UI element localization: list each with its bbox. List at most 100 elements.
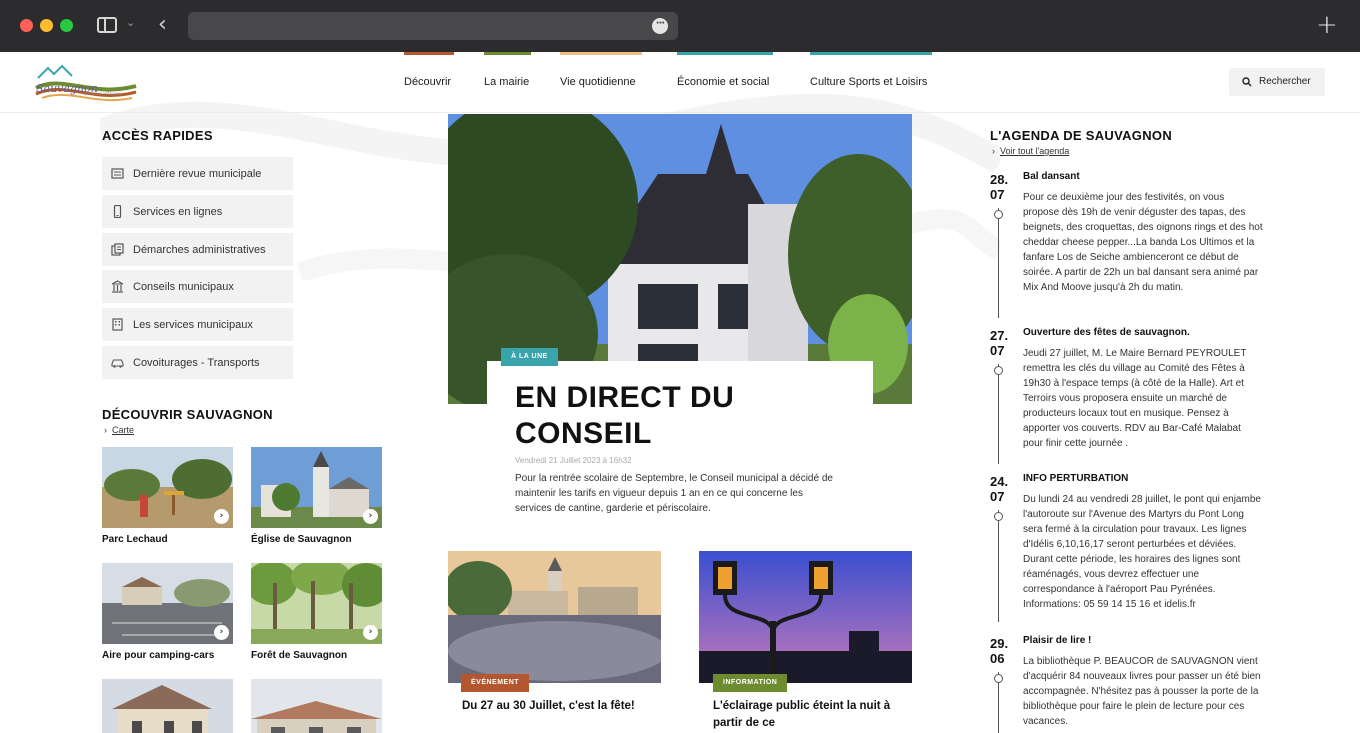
quick-access-title: ACCÈS RAPIDES (102, 128, 213, 143)
card-image (102, 679, 233, 733)
search-button[interactable]: Rechercher (1229, 68, 1325, 96)
timeline-clock-icon (994, 210, 1003, 219)
featured-title[interactable]: EN DIRECT DU CONSEIL (515, 380, 855, 452)
address-bar[interactable]: ··· (188, 12, 678, 40)
featured-date: Vendredi 21 Juillet 2023 à 16h32 (515, 456, 632, 465)
event-day: 27. (990, 328, 1009, 343)
more-options-icon[interactable]: ··· (652, 18, 668, 34)
card-title: Aire pour camping-cars (102, 650, 215, 661)
event-title[interactable]: Bal dansant (1023, 171, 1080, 182)
map-link-label: Carte (112, 425, 135, 435)
nav-la-mairie[interactable]: La mairie (484, 52, 531, 112)
back-arrow-icon[interactable]: ‹ (158, 12, 167, 37)
timeline-line (998, 364, 999, 464)
agenda-see-all-link[interactable]: › Voir tout l'agenda (992, 146, 1069, 156)
timeline-line (998, 208, 999, 318)
nav-color-bar (560, 52, 642, 55)
chevron-right-icon[interactable]: › (214, 509, 229, 524)
sidebar-toggle-icon[interactable] (97, 17, 117, 33)
close-window-button[interactable] (20, 19, 33, 32)
nav-label: Vie quotidienne (560, 76, 636, 88)
discover-card-eglise[interactable]: › Église de Sauvagnon (251, 447, 382, 547)
event-description: Pour ce deuxième jour des festivités, on… (1023, 192, 1263, 293)
quick-link-services-municipaux[interactable]: Les services municipaux (102, 308, 293, 341)
card-image: › (251, 447, 382, 528)
card-title: Église de Sauvagnon (251, 534, 352, 545)
featured-badge: À LA UNE (501, 348, 558, 366)
featured-excerpt: Pour la rentrée scolaire de Septembre, l… (515, 473, 833, 514)
logo-tagline: Le vrai village (84, 91, 121, 97)
quick-link-demarches[interactable]: Démarches administratives (102, 233, 293, 266)
event-day: 24. (990, 474, 1009, 489)
newspaper-icon (111, 168, 124, 179)
chevron-right-icon: › (992, 146, 995, 156)
chevron-right-icon[interactable]: › (214, 625, 229, 640)
chevron-right-icon[interactable]: › (363, 625, 378, 640)
event-day: 29. (990, 636, 1009, 651)
maximize-window-button[interactable] (60, 19, 73, 32)
event-day: 28. (990, 172, 1009, 187)
phone-icon (113, 205, 122, 218)
event-title[interactable]: INFO PERTURBATION (1023, 473, 1128, 484)
quick-link-covoiturages[interactable]: Covoiturages - Transports (102, 346, 293, 379)
timeline-clock-icon (994, 674, 1003, 683)
hall-photo (251, 679, 382, 733)
nav-economie-et-social[interactable]: Économie et social (677, 52, 773, 112)
documents-icon (111, 243, 124, 256)
quick-link-label: Démarches administratives (133, 244, 266, 256)
new-tab-icon[interactable]: + (1316, 10, 1338, 40)
event-month: 07 (990, 489, 1005, 504)
quick-link-label: Les services municipaux (133, 319, 253, 331)
town-hall-icon (111, 280, 124, 293)
quick-link-revue[interactable]: Dernière revue municipale (102, 157, 293, 190)
news-image-fete[interactable] (448, 551, 661, 683)
chevron-right-icon: › (104, 425, 107, 435)
chevron-down-icon[interactable]: ⌄ (126, 16, 135, 29)
nav-label: Économie et social (677, 76, 770, 88)
discover-card-foret[interactable]: › Forêt de Sauvagnon (251, 563, 382, 663)
event-month: 07 (990, 187, 1005, 202)
discover-title: DÉCOUVRIR SAUVAGNON (102, 407, 273, 422)
card-title: Parc Lechaud (102, 534, 168, 545)
nav-color-bar (404, 52, 454, 55)
discover-card[interactable] (251, 679, 382, 733)
discover-card-parc-lechaud[interactable]: › Parc Lechaud (102, 447, 233, 547)
event-date: 28. 07 (990, 172, 1008, 202)
news-badge: ÉVÉNEMENT (461, 674, 530, 692)
card-image: › (102, 447, 233, 528)
news-title[interactable]: Du 27 au 30 Juillet, c'est la fête! (462, 698, 647, 715)
discover-card[interactable] (102, 679, 233, 733)
see-all-label: Voir tout l'agenda (1000, 146, 1070, 156)
event-description: Jeudi 27 juillet, M. Le Maire Bernard PE… (1023, 348, 1247, 449)
nav-color-bar (677, 52, 773, 55)
festival-photo (448, 551, 661, 683)
event-title[interactable]: Plaisir de lire ! (1023, 635, 1091, 646)
quick-link-label: Conseils municipaux (133, 281, 234, 293)
event-title[interactable]: Ouverture des fêtes de sauvagnon. (1023, 327, 1190, 338)
card-image: › (251, 563, 382, 644)
news-title[interactable]: L'éclairage public éteint la nuit à part… (713, 698, 898, 732)
nav-decouvrir[interactable]: Découvrir (404, 52, 454, 112)
timeline-clock-icon (994, 366, 1003, 375)
discover-map-link[interactable]: › Carte (104, 425, 134, 435)
nav-culture-sports-loisirs[interactable]: Culture Sports et Loisirs (810, 52, 932, 112)
discover-card-camping-cars[interactable]: › Aire pour camping-cars (102, 563, 233, 663)
site-logo[interactable]: Sauvagnon Le vrai village (32, 58, 140, 106)
nav-vie-quotidienne[interactable]: Vie quotidienne (560, 52, 642, 112)
nav-label: Découvrir (404, 76, 452, 88)
card-image: › (102, 563, 233, 644)
event-month: 07 (990, 343, 1005, 358)
news-image-eclairage[interactable] (699, 551, 912, 683)
car-icon (111, 359, 124, 368)
site-header: Sauvagnon Le vrai village Découvrir La m… (0, 52, 1360, 113)
nav-label: La mairie (484, 76, 530, 88)
quick-link-conseils-municipaux[interactable]: Conseils municipaux (102, 270, 293, 303)
card-image (251, 679, 382, 733)
nav-label: Culture Sports et Loisirs (810, 76, 928, 88)
chevron-right-icon[interactable]: › (363, 509, 378, 524)
event-description: La bibliothèque P. BEAUCOR de SAUVAGNON … (1023, 656, 1261, 727)
quick-link-services-en-lignes[interactable]: Services en lignes (102, 195, 293, 228)
street-lamp-photo (699, 551, 912, 683)
event-description: Du lundi 24 au vendredi 28 juillet, le p… (1023, 494, 1261, 610)
minimize-window-button[interactable] (40, 19, 53, 32)
